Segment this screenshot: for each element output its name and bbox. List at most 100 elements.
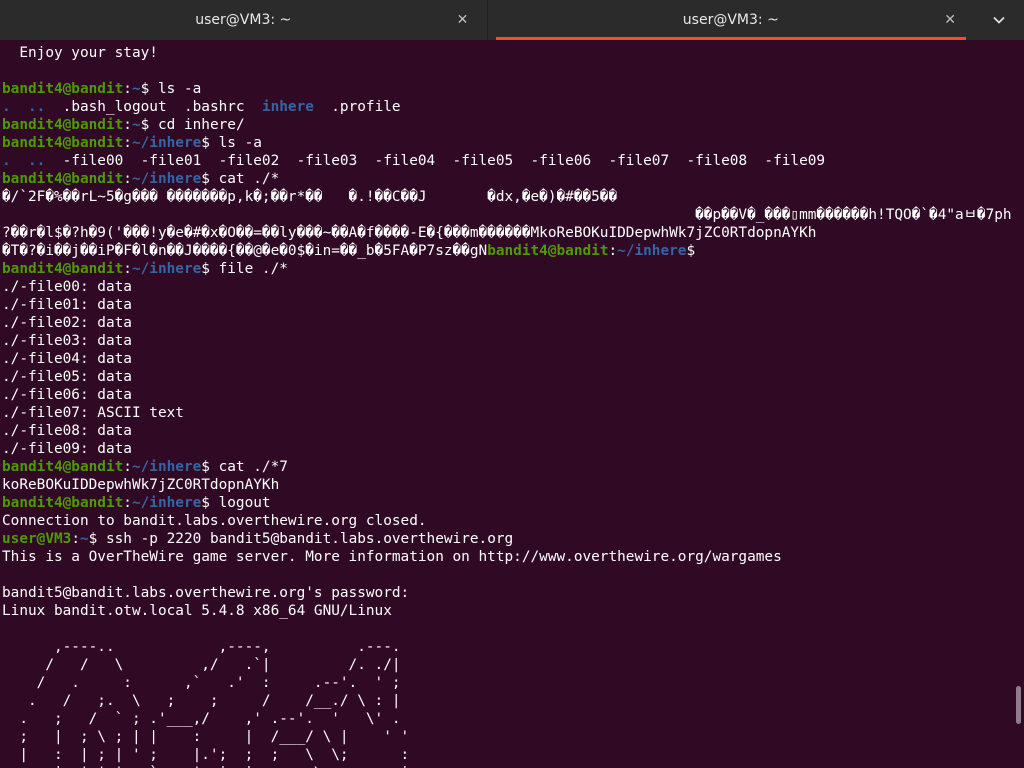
prompt-user: bandit4@bandit <box>2 495 124 511</box>
terminal-text: : <box>123 171 132 187</box>
terminal-line: / / \ ,/ .`| /. ./| <box>2 656 1012 674</box>
terminal-line: �T�?�i��j��iP�F�l�n��J����{��@�e�0$�in=�… <box>2 242 1012 260</box>
terminal-text: ./-file06: data <box>2 387 132 403</box>
terminal-text: : <box>608 243 618 259</box>
terminal-text: -file00 -file01 -file02 -file03 -file04 … <box>45 153 826 169</box>
terminal-line: ./-file09: data <box>2 440 1012 458</box>
terminal-text: $ ssh -p 2220 bandit5@bandit.labs.overth… <box>88 531 514 547</box>
terminal-text: ./-file04: data <box>2 351 132 367</box>
terminal-line: ./-file03: data <box>2 332 1012 350</box>
terminal-line: bandit4@bandit:~$ ls -a <box>2 80 1012 98</box>
tab-1[interactable]: user@VM3: ~ ✕ <box>0 0 487 40</box>
terminal-text: ./-file08: data <box>2 423 132 439</box>
terminal-text: bandit5@bandit.labs.overthewire.org's pa… <box>2 585 410 601</box>
terminal-text: ./-file09: data <box>2 441 132 457</box>
terminal-text: $ cd inhere/ <box>140 117 245 133</box>
terminal-line: ./-file00: data <box>2 278 1012 296</box>
prompt-path: ~ <box>79 531 89 547</box>
prompt-path: ~/inhere <box>131 171 202 187</box>
prompt-user: user@VM3 <box>2 531 72 547</box>
dir: .. <box>28 153 46 169</box>
terminal-text: $ cat ./* <box>201 171 280 187</box>
terminal-line: user@VM3:~$ ssh -p 2220 bandit5@bandit.l… <box>2 530 1012 548</box>
prompt-path: ~ <box>131 81 141 97</box>
prompt-path: ~/inhere <box>131 261 202 277</box>
terminal-text: | : | ; | ' ; |.'; ; ; \ \; : <box>2 747 410 763</box>
prompt-path: ~/inhere <box>131 459 202 475</box>
terminal-text: $ ls -a <box>201 135 262 151</box>
terminal-line: ./-file07: ASCII text <box>2 404 1012 422</box>
terminal-line: This is a OverTheWire game server. More … <box>2 548 1012 566</box>
dir: .. <box>28 99 46 115</box>
prompt-user: bandit4@bandit <box>2 261 124 277</box>
prompt-path: ~ <box>131 117 141 133</box>
prompt-user: bandit4@bandit <box>2 81 124 97</box>
terminal-line: Enjoy your stay! <box>2 44 1012 62</box>
terminal-text: . ; / ` ; .'___,/ ,' .--'. ' \' . <box>2 711 401 727</box>
terminal-line: . | ' ' ' : `----' | | ; \ ; | <box>2 764 1012 768</box>
terminal-text: ./-file03: data <box>2 333 132 349</box>
terminal-line: . .. -file00 -file01 -file02 -file03 -fi… <box>2 152 1012 170</box>
terminal-line: ./-file04: data <box>2 350 1012 368</box>
terminal-text: / / \ ,/ .`| /. ./| <box>2 657 401 673</box>
close-icon[interactable]: ✕ <box>942 12 958 28</box>
chevron-down-icon <box>993 16 1005 24</box>
scrollbar-thumb[interactable] <box>1016 686 1021 724</box>
terminal-line: Connection to bandit.labs.overthewire.or… <box>2 512 1012 530</box>
terminal-line: | : | ; | ' ; |.'; ; ; \ \; : <box>2 746 1012 764</box>
scrollbar[interactable] <box>1012 40 1024 768</box>
terminal-text: ./-file02: data <box>2 315 132 331</box>
terminal-text: �T�?�i��j��iP�F�l�n��J����{��@�e�0$�in=�… <box>2 243 488 259</box>
tab-bar: user@VM3: ~ ✕ user@VM3: ~ ✕ <box>0 0 1024 40</box>
dir: . <box>2 153 11 169</box>
prompt-user: bandit4@bandit <box>2 117 124 133</box>
terminal-text: koReBOKuIDDepwhWk7jZC0RTdopnAYKh <box>2 477 280 493</box>
terminal-text: ./-file07: ASCII text <box>2 405 184 421</box>
terminal-line: bandit5@bandit.labs.overthewire.org's pa… <box>2 584 1012 602</box>
terminal-output[interactable]: Enjoy your stay! bandit4@bandit:~$ ls -a.… <box>0 40 1012 768</box>
terminal-text: ./-file01: data <box>2 297 132 313</box>
terminal-line: ?��r�l$�?h�9('���!y�e�#�x�O��=��ly���~��… <box>2 224 1012 242</box>
terminal-text: This is a OverTheWire game server. More … <box>2 549 782 565</box>
terminal-text: / . : ,` .' : .--'. ' ; <box>2 675 401 691</box>
terminal-text: $ ls -a <box>140 81 202 97</box>
terminal-line: . / ;. \ ; ; / /__./ \ : | <box>2 692 1012 710</box>
prompt-path: ~/inhere <box>131 135 202 151</box>
terminal-text: ; | ; \ ; | | : | /___/ \ | ' ' <box>2 729 410 745</box>
terminal-text: .profile <box>313 99 401 115</box>
terminal-line: . .. .bash_logout .bashrc inhere .profil… <box>2 98 1012 116</box>
terminal-text: : <box>123 495 132 511</box>
terminal-line: �/`2F�%��rL~5�g��� �������p,k�;��r*�� �.… <box>2 188 1012 206</box>
terminal-text: ��p��V�_���▯mm������h!TQO�`�4"aㅂ�7phT��, <box>2 207 1012 223</box>
terminal-text: . / ;. \ ; ; / /__./ \ : | <box>2 693 401 709</box>
prompt-user: bandit4@bandit <box>487 243 609 259</box>
terminal-line: ./-file02: data <box>2 314 1012 332</box>
terminal-line: ,----.. ,----, .---. <box>2 638 1012 656</box>
terminal-line: bandit4@bandit:~/inhere$ logout <box>2 494 1012 512</box>
prompt-path: ~/inhere <box>131 495 202 511</box>
tabs-menu-button[interactable] <box>974 0 1024 40</box>
terminal-text: ?��r�l$�?h�9('���!y�e�#�x�O��=��ly���~��… <box>2 225 817 241</box>
terminal-text: ./-file05: data <box>2 369 132 385</box>
terminal-line: ./-file08: data <box>2 422 1012 440</box>
tab-2[interactable]: user@VM3: ~ ✕ <box>486 0 975 40</box>
terminal-text: $ <box>686 243 696 259</box>
prompt-user: bandit4@bandit <box>2 171 124 187</box>
terminal-line: / . : ,` .' : .--'. ' ; <box>2 674 1012 692</box>
terminal-text: $ file ./* <box>201 261 288 277</box>
terminal-line: koReBOKuIDDepwhWk7jZC0RTdopnAYKh <box>2 476 1012 494</box>
terminal-line: ./-file06: data <box>2 386 1012 404</box>
terminal-text: .bash_logout .bashrc <box>45 99 262 115</box>
terminal-text: $ logout <box>201 495 271 511</box>
close-icon[interactable]: ✕ <box>455 12 471 28</box>
terminal-line: bandit4@bandit:~/inhere$ file ./* <box>2 260 1012 278</box>
prompt-user: bandit4@bandit <box>2 459 124 475</box>
terminal-text: : <box>123 459 132 475</box>
terminal-text: : <box>123 261 132 277</box>
terminal-text: ,----.. ,----, .---. <box>2 639 401 655</box>
